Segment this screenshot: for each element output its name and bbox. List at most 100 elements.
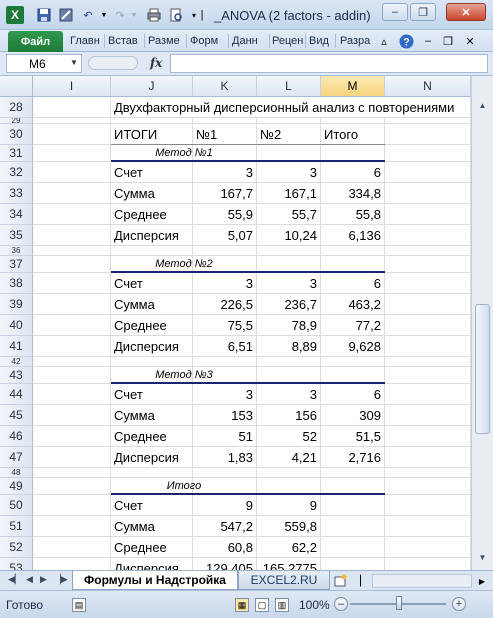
row-header-42[interactable]: 42 <box>0 357 33 367</box>
value-cell: 3 <box>245 386 253 402</box>
row-header-33[interactable]: 33 <box>0 183 33 204</box>
tab-split-handle[interactable]: ▏ <box>356 573 372 589</box>
insert-sheet-icon[interactable] <box>332 573 348 589</box>
row-label: Среднее <box>114 428 167 444</box>
column-header-n[interactable]: N <box>385 76 471 97</box>
row-header-39[interactable]: 39 <box>0 294 33 315</box>
formula-bar: M6 ▼ fx <box>0 52 493 76</box>
column-header-i[interactable]: I <box>33 76 111 97</box>
undo-dropdown-icon[interactable]: ▼ <box>96 7 112 23</box>
restore-button[interactable]: ❐ <box>410 3 436 21</box>
zoom-level[interactable]: 100% <box>299 598 330 612</box>
row-header-46[interactable]: 46 <box>0 426 33 447</box>
value-cell: 55,7 <box>291 206 317 222</box>
row-header-32[interactable]: 32 <box>0 162 33 183</box>
doc-close-icon[interactable]: ✕ <box>462 33 478 49</box>
tab-view[interactable]: Вид <box>309 35 333 47</box>
scroll-right-icon[interactable]: ▶ <box>474 573 490 589</box>
value-cell: 4,21 <box>291 449 317 465</box>
group-label: Метод №3 <box>155 369 213 381</box>
row-header-41[interactable]: 41 <box>0 336 33 357</box>
row-header-28[interactable]: 28 <box>0 97 33 118</box>
value-cell: 167,1 <box>284 185 317 201</box>
last-sheet-icon[interactable]: ▕▶ <box>54 574 68 585</box>
page-break-view-icon[interactable]: ▥ <box>275 598 289 612</box>
spreadsheet-grid[interactable]: I J K L M N 28 29 30 31 32 33 34 35 36 37 38 39 40 41 42 43 44… <box>0 76 493 570</box>
ribbon-collapse-icon[interactable]: ▵ <box>376 33 392 49</box>
row-header-36[interactable]: 36 <box>0 246 33 256</box>
value-cell: 9,628 <box>348 338 381 354</box>
row-header-45[interactable]: 45 <box>0 405 33 426</box>
row-header-53[interactable]: 53 <box>0 558 33 570</box>
tab-developer[interactable]: Разра <box>340 35 372 47</box>
row-header-51[interactable]: 51 <box>0 516 33 537</box>
column-header-l[interactable]: L <box>257 76 321 97</box>
gridline <box>33 515 493 516</box>
row-label: Сумма <box>114 185 155 201</box>
value-cell: 1,83 <box>227 449 253 465</box>
insert-function-button[interactable]: fx <box>150 56 162 70</box>
row-header-40[interactable]: 40 <box>0 315 33 336</box>
doc-restore-icon[interactable]: ❐ <box>440 33 456 49</box>
sheet-tab-excel2[interactable]: EXCEL2.RU <box>238 571 330 590</box>
scroll-up-icon[interactable]: ▲ <box>475 98 490 113</box>
help-icon[interactable]: ? <box>398 33 414 49</box>
row-label: Счет <box>114 386 143 402</box>
undo-icon[interactable]: ↶ <box>80 7 96 23</box>
page-layout-view-icon[interactable]: ▢ <box>255 598 269 612</box>
doc-minimize-icon[interactable]: – <box>420 33 436 49</box>
zoom-in-icon[interactable]: + <box>452 597 466 611</box>
formula-input[interactable] <box>170 54 488 73</box>
macro-record-icon[interactable]: ▤ <box>72 598 86 612</box>
tab-page-layout[interactable]: Разме <box>148 35 184 47</box>
scroll-down-icon[interactable]: ▼ <box>475 550 490 565</box>
select-all-corner[interactable] <box>0 76 33 97</box>
tab-data[interactable]: Данн <box>232 35 268 47</box>
row-header-37[interactable]: 37 <box>0 256 33 273</box>
print-icon[interactable] <box>146 7 162 23</box>
tab-file[interactable]: Файл <box>8 31 63 52</box>
sheet-tab-formulas[interactable]: Формулы и Надстройка <box>72 571 238 590</box>
row-header-35[interactable]: 35 <box>0 225 33 246</box>
minimize-button[interactable]: – <box>382 3 408 21</box>
tab-formulas[interactable]: Форм <box>190 35 226 47</box>
row-header-31[interactable]: 31 <box>0 145 33 162</box>
redo-dropdown-icon[interactable]: ▼ <box>126 7 142 23</box>
row-header-48[interactable]: 48 <box>0 468 33 478</box>
column-header-m[interactable]: M <box>321 76 385 97</box>
print-preview-icon[interactable] <box>168 7 184 23</box>
value-cell: 6 <box>373 386 381 402</box>
row-header-52[interactable]: 52 <box>0 537 33 558</box>
close-button[interactable]: ✕ <box>446 3 486 21</box>
horizontal-scrollbar[interactable] <box>372 574 472 588</box>
excel-logo-icon[interactable]: X <box>6 6 24 24</box>
next-sheet-icon[interactable]: ▶ <box>40 574 47 585</box>
row-header-43[interactable]: 43 <box>0 367 33 384</box>
prev-sheet-icon[interactable]: ◀ <box>26 574 33 585</box>
gridline <box>33 557 493 558</box>
column-header-j[interactable]: J <box>111 76 193 97</box>
tab-review[interactable]: Рецен <box>272 35 304 47</box>
vertical-scrollbar[interactable]: ▲ ▼ <box>471 76 493 570</box>
row-header-50[interactable]: 50 <box>0 495 33 516</box>
tab-insert[interactable]: Встав <box>108 35 142 47</box>
row-header-49[interactable]: 49 <box>0 478 33 495</box>
row-header-47[interactable]: 47 <box>0 447 33 468</box>
tab-home[interactable]: Главн <box>70 35 104 47</box>
scrollbar-thumb[interactable] <box>475 304 490 434</box>
column-header-k[interactable]: K <box>193 76 257 97</box>
zoom-out-icon[interactable]: – <box>334 597 348 611</box>
save-icon[interactable] <box>36 7 52 23</box>
first-sheet-icon[interactable]: ◀▏ <box>8 574 22 585</box>
row-header-38[interactable]: 38 <box>0 273 33 294</box>
save-as-icon[interactable] <box>58 7 74 23</box>
formula-bar-splitter[interactable] <box>88 56 138 70</box>
name-box-dropdown-icon[interactable]: ▼ <box>70 58 78 67</box>
row-header-34[interactable]: 34 <box>0 204 33 225</box>
row-header-30[interactable]: 30 <box>0 124 33 145</box>
row-header-44[interactable]: 44 <box>0 384 33 405</box>
zoom-slider-thumb[interactable] <box>396 596 402 610</box>
row-label: Дисперсия <box>114 560 179 571</box>
value-cell: 60,8 <box>227 539 253 555</box>
normal-view-icon[interactable]: ▦ <box>235 598 249 612</box>
